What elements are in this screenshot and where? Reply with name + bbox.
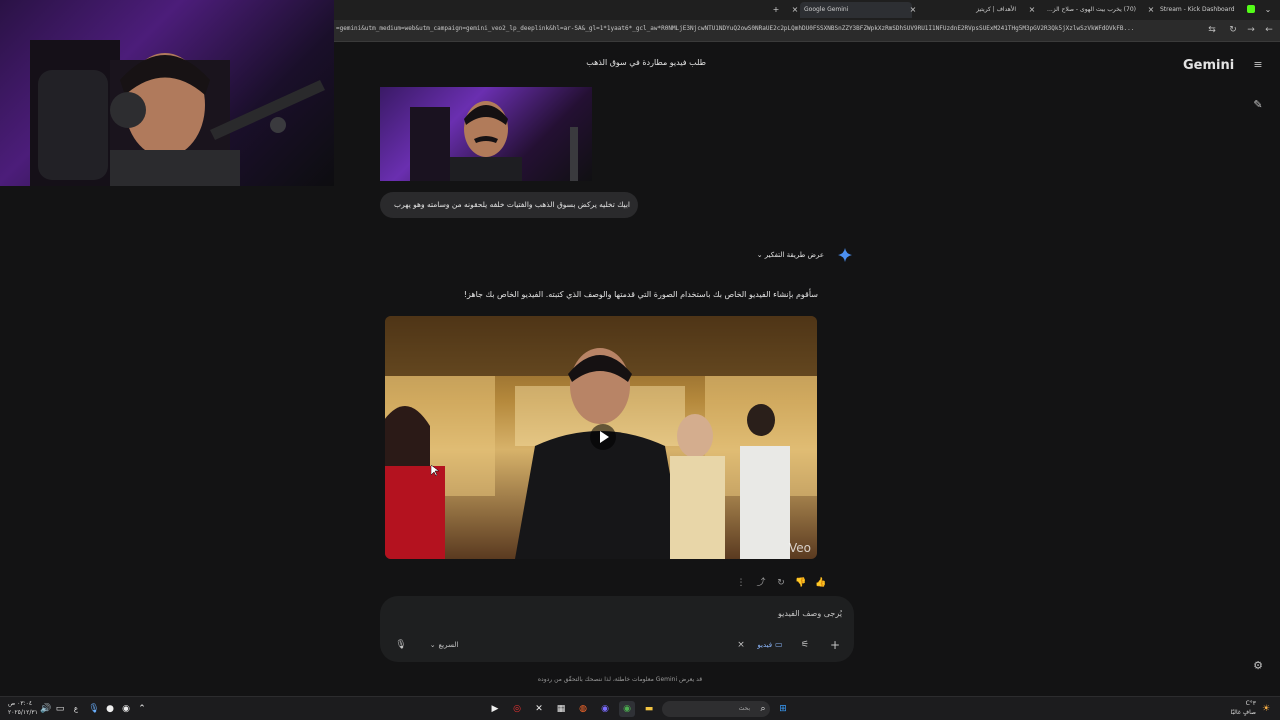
share-icon[interactable]: ⤴	[754, 576, 768, 590]
tab-search-chevron-icon[interactable]: ⌄	[1262, 3, 1274, 17]
settings-gear-icon[interactable]: ⚙	[1250, 658, 1266, 674]
firefox-taskbar-icon[interactable]: ◍	[575, 701, 591, 717]
show-thinking-label: عرض طريقة التفكير	[764, 251, 824, 259]
network-icon[interactable]: ▭	[52, 701, 68, 717]
mic-tray-icon[interactable]: 🎙	[86, 701, 102, 717]
new-tab-icon[interactable]: +	[770, 3, 782, 17]
user-prompt-text: ابيك تخليه يركض بسوق الذهب والفتيات خلفه…	[394, 200, 630, 209]
start-windows-icon[interactable]: ⊞	[775, 701, 791, 717]
menu-icon[interactable]: ≡	[1250, 57, 1266, 73]
thumbs-up-icon[interactable]: 👍	[814, 576, 828, 590]
capcut-taskbar-icon[interactable]: ✕	[531, 701, 547, 717]
discord-taskbar-icon[interactable]: ◉	[597, 701, 613, 717]
model-label: السريع	[438, 641, 459, 649]
clock-time: ٠٣:٠٤ ص	[8, 700, 33, 707]
streamer-camera-feed	[30, 40, 325, 186]
disclaimer-text: قد يعرض Gemini معلومات خاطئة، لذا ننصحك …	[537, 676, 703, 683]
weather-sun-icon: ☀	[1261, 704, 1271, 714]
video-tool-chip[interactable]: فيديو ▭	[750, 638, 790, 652]
tab-google-gemini[interactable]: Google Gemini	[800, 2, 912, 18]
regenerate-icon[interactable]: ↻	[774, 576, 788, 590]
generated-video-player[interactable]: Veo	[385, 316, 817, 559]
add-attachment-icon[interactable]: +	[828, 638, 842, 652]
language-indicator[interactable]: ع	[68, 701, 84, 717]
os-taskbar: ٠٣:٠٤ ص ٢٠٢٥/١٢/٣١ 🔊 ▭ ع 🎙 ● ◉ ⌃ ▶ ◎ ✕ ▦…	[0, 696, 1280, 720]
prompt-input[interactable]	[400, 606, 842, 620]
microphone-icon[interactable]: 🎙	[394, 638, 408, 652]
system-clock[interactable]: ٠٣:٠٤ ص ٢٠٢٥/١٢/٣١	[8, 699, 38, 717]
show-thinking-toggle[interactable]: عرض طريقة التفكير ⌄	[750, 248, 824, 262]
video-camera-icon: ▭	[775, 640, 783, 649]
close-tab-icon[interactable]: ×	[907, 3, 919, 17]
chrome-taskbar-icon[interactable]: ◉	[619, 701, 635, 717]
model-selector[interactable]: السريع ⌄	[424, 638, 464, 652]
clock-date: ٢٠٢٥/١٢/٣١	[8, 709, 38, 716]
chevron-down-icon: ⌄	[429, 641, 436, 649]
kick-icon	[1247, 5, 1255, 13]
tab-label: Google Gemini	[804, 6, 849, 13]
prompt-composer: 🎙 السريع ⌄ × فيديو ▭ ⚟ +	[380, 596, 854, 662]
chevron-down-icon: ⌄	[756, 251, 763, 259]
taskbar-search[interactable]: بحث	[662, 701, 770, 717]
tray-expand-icon[interactable]: ⌃	[134, 701, 150, 717]
search-icon: ⌕	[760, 704, 766, 714]
site-settings-icon[interactable]: ⇆	[1206, 24, 1218, 36]
app-taskbar-icon[interactable]: ▦	[553, 701, 569, 717]
forward-icon[interactable]: →	[1245, 24, 1257, 36]
tab-label: Stream - Kick Dashboard	[1160, 6, 1235, 13]
veo-watermark: Veo	[788, 541, 811, 555]
webcam-overlay	[0, 0, 334, 186]
recorder-taskbar-icon[interactable]: ◎	[509, 701, 525, 717]
model-reply-text: سأقوم بإنشاء الفيديو الخاص بك باستخدام ا…	[463, 290, 818, 299]
user-uploaded-image[interactable]	[380, 87, 592, 181]
close-tab-icon[interactable]: ×	[1026, 3, 1038, 17]
tab-objectives[interactable]: الأهداف | كريتيز	[920, 2, 1020, 18]
weather-temp: ٣°C	[1245, 700, 1256, 707]
mouse-cursor-icon	[431, 465, 439, 477]
reload-icon[interactable]: ↻	[1227, 24, 1239, 36]
play-icon	[600, 431, 609, 443]
back-icon[interactable]: ←	[1263, 24, 1275, 36]
tab-label: الأهداف | كريتيز	[976, 6, 1016, 13]
gemini-spark-icon	[838, 248, 852, 262]
tab-youtube-video[interactable]: (70) يخرب بيت الهوى - صلاح الز...	[1038, 2, 1140, 18]
file-explorer-taskbar-icon[interactable]: ▬	[641, 701, 657, 717]
chat-title: طلب فيديو مطاردة في سوق الذهب	[586, 58, 706, 67]
discord-tray-icon[interactable]: ◉	[118, 701, 134, 717]
tools-sliders-icon[interactable]: ⚟	[798, 638, 812, 652]
thumbs-down-icon[interactable]: 👎	[794, 576, 808, 590]
taskbar-search-placeholder: بحث	[738, 705, 750, 712]
url-text[interactable]: =gemini&utm_medium=web&utm_campaign=gemi…	[336, 25, 1202, 32]
new-chat-icon[interactable]: ✎	[1250, 97, 1266, 113]
play-button[interactable]	[590, 424, 616, 450]
portrait-image	[410, 101, 578, 181]
gemini-logo[interactable]: Gemini	[1183, 58, 1234, 73]
tab-label: (70) يخرب بيت الهوى - صلاح الز...	[1047, 6, 1136, 13]
more-options-icon[interactable]: ⋮	[734, 576, 748, 590]
remove-tool-icon[interactable]: ×	[736, 638, 746, 652]
weather-desc: صافٍ غالبًا	[1230, 709, 1256, 716]
media-player-taskbar-icon[interactable]: ▶	[487, 701, 503, 717]
video-tool-label: فيديو	[757, 641, 773, 649]
user-prompt-bubble: ابيك تخليه يركض بسوق الذهب والفتيات خلفه…	[380, 192, 638, 218]
tab-kick-dashboard[interactable]: Stream - Kick Dashboard	[1156, 2, 1236, 18]
tray-app-icon[interactable]: ●	[102, 701, 118, 717]
weather-widget[interactable]: ٣°C صافٍ غالبًا	[1226, 699, 1256, 717]
